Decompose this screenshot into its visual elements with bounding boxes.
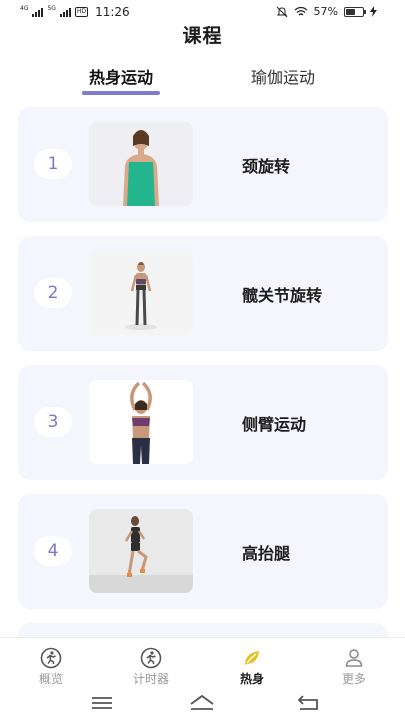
person-icon: [345, 649, 363, 667]
menu-icon[interactable]: [88, 692, 116, 714]
battery-icon: [344, 6, 366, 17]
nav-label: 计时器: [132, 672, 169, 686]
course-thumbnail: [89, 509, 193, 593]
signal-icon: [32, 7, 44, 17]
course-thumbnail: [89, 380, 193, 464]
nav-label: 热身: [239, 672, 264, 686]
charging-icon: [370, 6, 377, 17]
nav-overview[interactable]: 概览: [21, 647, 81, 687]
status-left: 4G 5G HD 11:26: [20, 4, 130, 20]
system-nav-bar: [0, 686, 405, 720]
nav-warmup[interactable]: 热身: [222, 647, 282, 687]
woman-arms-raised-photo: [89, 380, 193, 464]
course-card[interactable]: 2 髋关节旋转: [18, 236, 388, 351]
mute-icon: [276, 6, 287, 17]
course-index: 4: [34, 536, 72, 566]
clock: 11:26: [95, 5, 130, 19]
sim1-label: 4G: [20, 4, 29, 12]
course-name: 颈旋转: [242, 157, 291, 176]
course-tabs: 热身运动 瑜伽运动: [0, 60, 405, 100]
course-index: 3: [34, 407, 72, 437]
course-thumbnail: [89, 122, 193, 206]
woman-teal-tanktop-photo: [89, 122, 193, 206]
course-index: 2: [34, 278, 72, 308]
back-icon[interactable]: [294, 692, 322, 714]
warmup-leaf-icon: [245, 651, 259, 665]
battery-level-fill: [346, 8, 356, 15]
page-title: 课程: [182, 25, 223, 47]
course-name: 高抬腿: [242, 544, 291, 563]
course-name: 侧臂运动: [242, 415, 307, 434]
battery-percent: 57%: [313, 5, 338, 18]
runner-circle-icon: [40, 647, 62, 669]
active-tab-indicator: [82, 91, 160, 95]
nav-label: 概览: [38, 672, 63, 686]
sim2-label: 5G: [47, 4, 56, 12]
signal-icon: [59, 7, 71, 17]
course-thumbnail: [89, 251, 193, 335]
course-card[interactable]: 1 颈旋转: [18, 107, 388, 222]
course-index: 1: [34, 149, 72, 179]
runner-circle-icon: [140, 647, 162, 669]
nav-timer[interactable]: 计时器: [121, 647, 181, 687]
course-card[interactable]: 4 高抬腿: [18, 494, 388, 609]
course-name: 髋关节旋转: [242, 286, 323, 305]
tab-yoga[interactable]: 瑜伽运动: [223, 64, 343, 88]
nav-label: 更多: [341, 672, 366, 686]
hd-badge: HD: [74, 7, 89, 17]
woman-high-knees-photo: [89, 509, 193, 593]
course-card[interactable]: 3 侧臂运动: [18, 365, 388, 480]
tab-warmup[interactable]: 热身运动: [61, 64, 181, 88]
home-icon[interactable]: [188, 692, 216, 714]
bottom-nav: 概览 计时器 热身 更多: [0, 637, 405, 686]
woman-standing-sportswear-photo: [89, 251, 193, 335]
wifi-icon: [294, 6, 307, 16]
nav-more[interactable]: 更多: [324, 647, 384, 687]
status-right: 57%: [276, 5, 377, 18]
